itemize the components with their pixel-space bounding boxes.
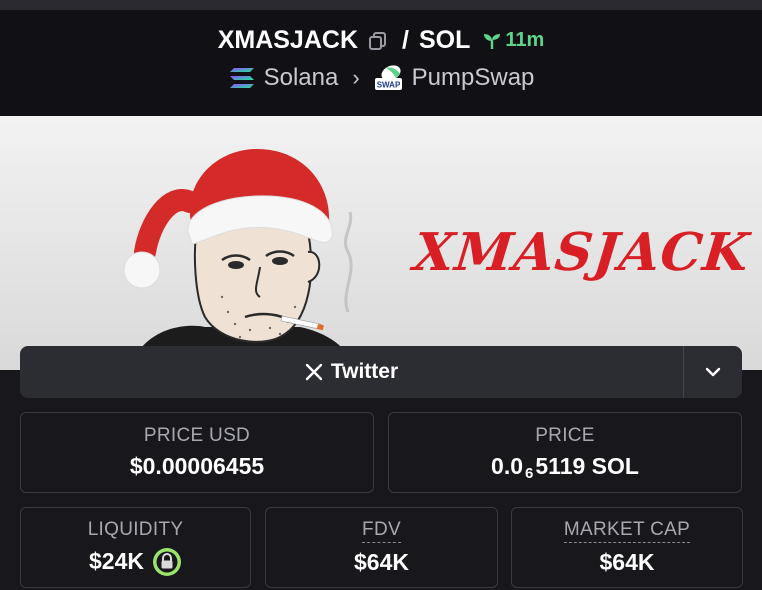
price-card: PRICE 0.0 6 5119 SOL — [388, 412, 742, 493]
price-usd-card: PRICE USD $0.00006455 — [20, 412, 374, 493]
pair-title: XMASJACK / SOL 11m — [0, 26, 762, 55]
pumpswap-logo-icon: SWAP — [374, 65, 402, 90]
pair-separator: / — [402, 26, 409, 54]
dex-link[interactable]: PumpSwap — [412, 64, 535, 92]
x-logo-icon — [305, 363, 323, 381]
chain-link[interactable]: Solana — [264, 64, 339, 92]
price-usd-value: $0.00006455 — [129, 453, 265, 479]
liquidity-value-row: $24K — [89, 547, 182, 577]
chevron-right-icon: › — [352, 65, 360, 90]
breadcrumb: Solana › SWAP PumpSwap — [0, 64, 762, 92]
banner-title: XMASJACK — [410, 222, 753, 283]
base-symbol: XMASJACK — [217, 26, 358, 54]
svg-text:SWAP: SWAP — [376, 81, 400, 90]
socials-dropdown-button[interactable] — [683, 346, 742, 398]
solana-logo-icon — [229, 68, 254, 88]
price-value-prefix: 0.0 — [491, 453, 524, 479]
market-cap-value: $64K — [599, 549, 655, 575]
copy-icon[interactable] — [368, 31, 388, 51]
sprout-icon — [484, 33, 501, 49]
price-value: 0.0 6 5119 SOL — [491, 453, 639, 482]
liquidity-label: LIQUIDITY — [87, 518, 184, 540]
liquidity-value: $24K — [89, 548, 144, 574]
twitter-link-bar: Twitter — [20, 346, 742, 398]
top-strip — [0, 0, 762, 10]
market-cap-card: MARKET CAP $64K — [511, 507, 743, 588]
pair-age: 11m — [482, 29, 544, 52]
quote-symbol: SOL — [418, 26, 471, 54]
lock-icon[interactable] — [152, 547, 182, 577]
price-value-rest: 5119 SOL — [535, 453, 639, 479]
price-label: PRICE — [535, 425, 595, 446]
twitter-button[interactable]: Twitter — [20, 346, 683, 398]
wojak-santa-image — [123, 148, 355, 370]
twitter-label: Twitter — [330, 360, 399, 383]
market-cap-label[interactable]: MARKET CAP — [563, 519, 691, 543]
fdv-value: $64K — [354, 549, 409, 575]
price-value-zero-count: 6 — [525, 465, 534, 482]
price-usd-label: PRICE USD — [143, 425, 251, 446]
chevron-down-icon — [705, 367, 721, 377]
liquidity-card: LIQUIDITY $24K — [20, 507, 251, 588]
fdv-card: FDV $64K — [265, 507, 498, 588]
age-label: 11m — [505, 29, 545, 51]
fdv-label[interactable]: FDV — [362, 519, 401, 543]
token-banner: XMASJACK — [0, 116, 762, 370]
